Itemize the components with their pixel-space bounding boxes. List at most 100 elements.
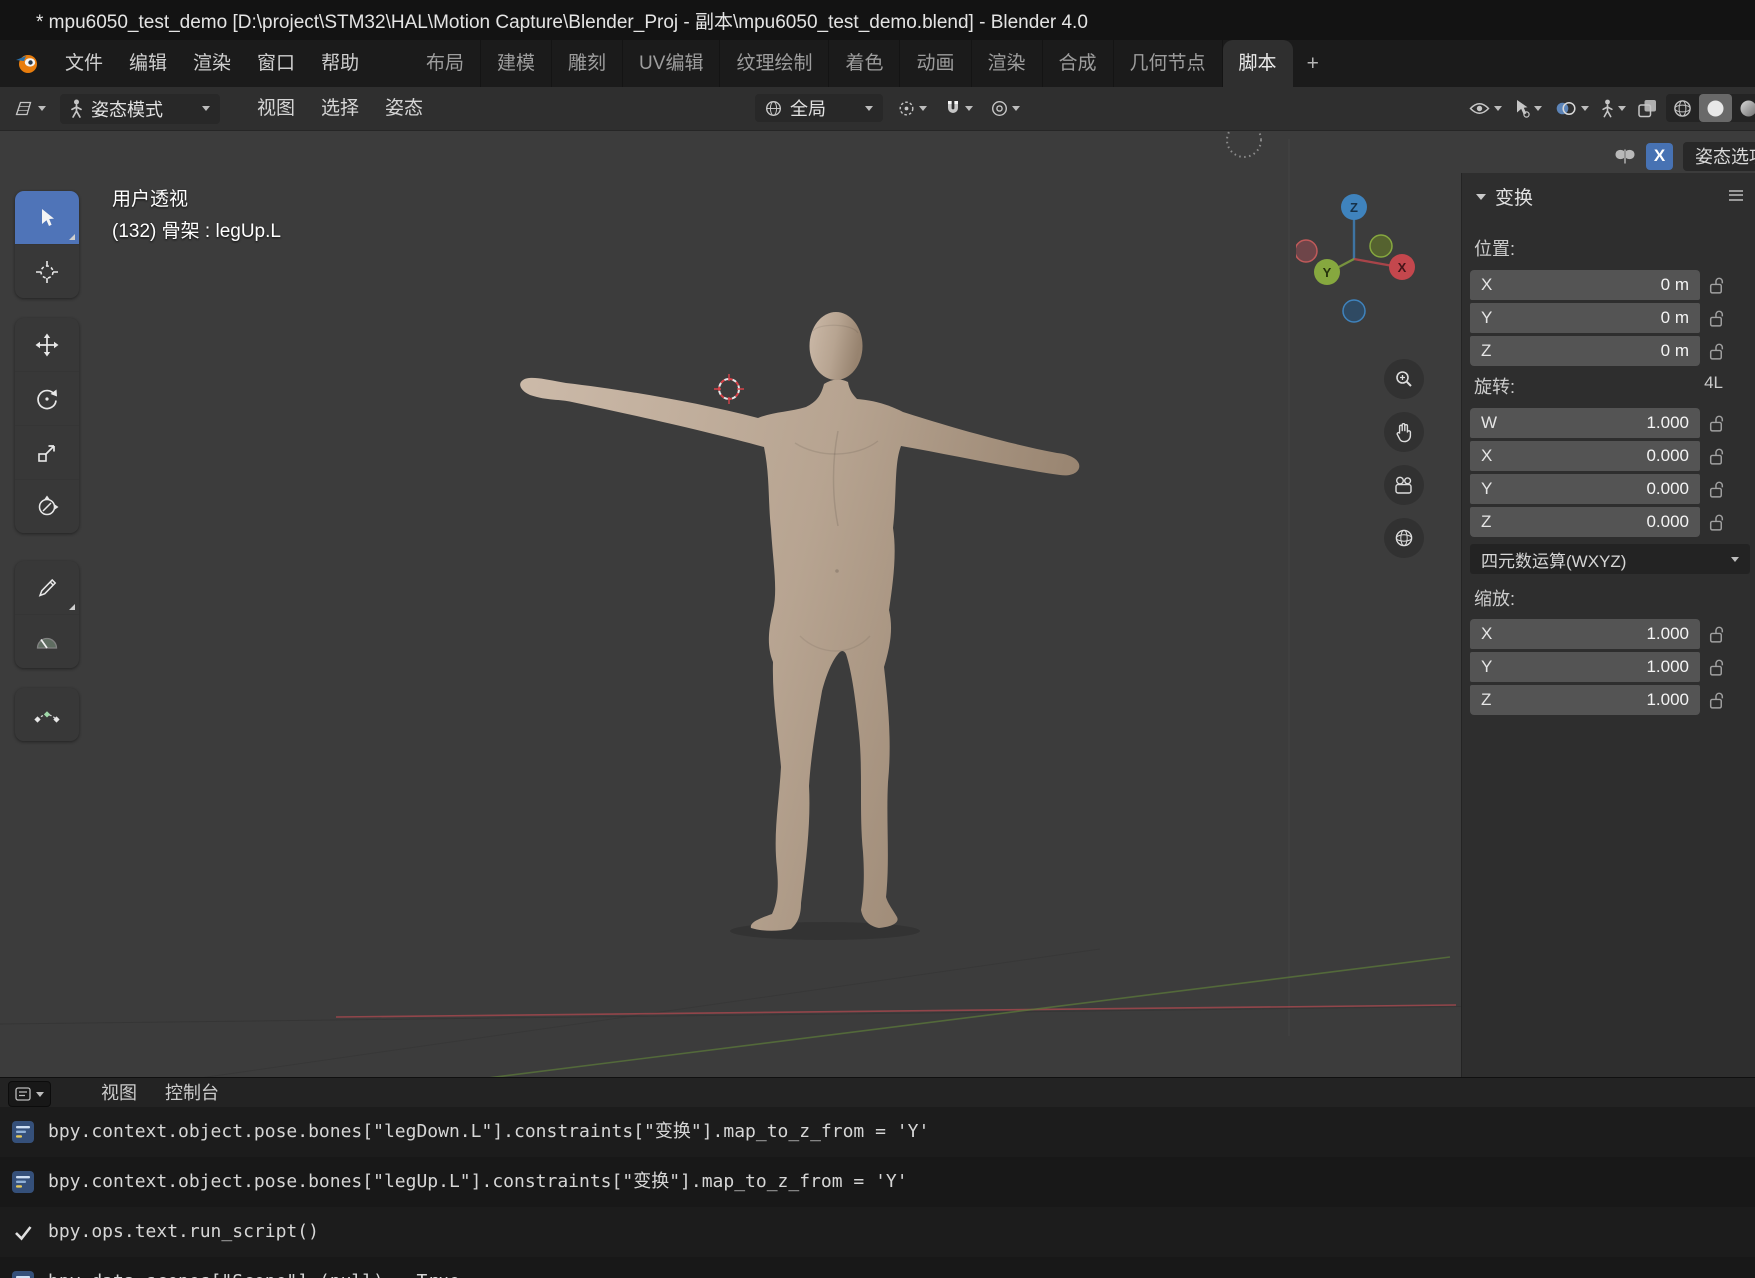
rotation-x-field[interactable]: X 0.000 (1470, 441, 1700, 471)
viewport-menu-view[interactable]: 视图 (244, 87, 308, 130)
rotation-mode-dropdown[interactable]: 四元数运算(WXYZ) (1470, 544, 1750, 574)
location-z-field[interactable]: Z 0 m (1470, 336, 1700, 366)
menu-window[interactable]: 窗口 (244, 40, 308, 87)
tab-texture-paint[interactable]: 纹理绘制 (720, 40, 830, 87)
info-menu-console[interactable]: 控制台 (152, 1078, 232, 1108)
location-y-field[interactable]: Y 0 m (1470, 303, 1700, 333)
tool-select-box[interactable] (15, 191, 79, 244)
tool-move[interactable] (15, 318, 79, 371)
menu-file[interactable]: 文件 (52, 40, 116, 87)
xray-toggle[interactable] (1635, 94, 1660, 122)
log-row[interactable]: bpy.context.object.pose.bones["legDown.L… (0, 1107, 1755, 1157)
mirror-x-toggle[interactable]: X (1646, 142, 1673, 170)
sidebar-panel: 变换 位置: X 0 m Y 0 m Z 0 m 旋转: 4L W 1.000 … (1461, 173, 1755, 1077)
shading-material-button[interactable] (1732, 94, 1755, 122)
navigation-gizmo[interactable]: Z X Y (1296, 187, 1416, 327)
tool-rotate[interactable] (15, 372, 79, 425)
tool-transform[interactable] (15, 480, 79, 533)
pan-button[interactable] (1384, 412, 1424, 452)
tool-cursor[interactable] (15, 245, 79, 298)
report-icon (12, 1271, 34, 1278)
tab-scripting[interactable]: 脚本 (1222, 40, 1293, 87)
overlays-dropdown[interactable] (1551, 94, 1592, 122)
info-editor-type-dropdown[interactable] (8, 1081, 51, 1107)
tool-pose-breakdowner[interactable] (15, 688, 79, 741)
panel-options-icon[interactable] (1729, 187, 1743, 203)
tool-measure[interactable] (15, 615, 79, 668)
3d-cursor[interactable] (714, 374, 744, 404)
scale-x-row: X 1.000 (1470, 619, 1752, 649)
eye-icon (1469, 102, 1490, 114)
active-bone-label: (132) 骨架 : legUp.L (112, 221, 281, 242)
blender-logo-icon[interactable] (14, 50, 40, 76)
tool-scale[interactable] (15, 426, 79, 479)
zoom-button[interactable] (1384, 359, 1424, 399)
tab-compositing[interactable]: 合成 (1043, 40, 1114, 87)
lock-icon[interactable] (1708, 342, 1725, 361)
tab-uv-editing[interactable]: UV编辑 (623, 40, 721, 87)
camera-view-button[interactable] (1384, 465, 1424, 505)
scale-tool-icon (38, 444, 55, 462)
menu-help[interactable]: 帮助 (308, 40, 372, 87)
rotation-y-field[interactable]: Y 0.000 (1470, 474, 1700, 504)
info-menu-view[interactable]: 视图 (88, 1078, 150, 1108)
tab-shading[interactable]: 着色 (829, 40, 901, 87)
tool-annotate[interactable] (15, 561, 79, 614)
transform-panel-header[interactable]: 变换 (1476, 183, 1533, 210)
light-object[interactable] (1226, 131, 1262, 158)
lock-icon[interactable] (1708, 691, 1725, 710)
editor-type-dropdown[interactable] (10, 96, 50, 121)
lock-icon[interactable] (1708, 513, 1725, 532)
orientation-label: 全局 (790, 99, 826, 119)
perspective-toggle-button[interactable] (1384, 518, 1424, 558)
pivot-point-dropdown[interactable] (895, 94, 930, 122)
lock-icon[interactable] (1708, 480, 1725, 499)
tab-modeling[interactable]: 建模 (481, 40, 553, 87)
lock-icon[interactable] (1708, 625, 1725, 644)
mode-selector-dropdown[interactable]: 姿态模式 (60, 93, 220, 124)
lock-icon[interactable] (1708, 414, 1725, 433)
lock-icon[interactable] (1708, 276, 1725, 295)
snap-toggle[interactable] (942, 94, 976, 122)
viewport-menu-pose[interactable]: 姿态 (372, 87, 436, 130)
human-mesh[interactable] (520, 312, 1080, 931)
viewport-menu-select[interactable]: 选择 (308, 87, 372, 130)
tab-sculpting[interactable]: 雕刻 (552, 40, 624, 87)
pose-options-dropdown[interactable]: 姿态选项 (1683, 141, 1755, 171)
gizmos-dropdown[interactable] (1511, 94, 1545, 122)
location-x-field[interactable]: X 0 m (1470, 270, 1700, 300)
proportional-editing-toggle[interactable] (988, 94, 1023, 122)
chevron-down-icon (38, 106, 46, 111)
gizmo-neg-z-ball[interactable] (1342, 299, 1366, 323)
rotation-z-field[interactable]: Z 0.000 (1470, 507, 1700, 537)
log-row[interactable]: bpy.data.scenes["Scene"].(null) = True (0, 1257, 1755, 1278)
lock-icon[interactable] (1708, 447, 1725, 466)
scale-x-field[interactable]: X 1.000 (1470, 619, 1700, 649)
rotation-w-field[interactable]: W 1.000 (1470, 408, 1700, 438)
tab-geometry-nodes[interactable]: 几何节点 (1114, 40, 1223, 87)
transform-orientation-dropdown[interactable]: 全局 (755, 94, 883, 122)
window-titlebar[interactable]: * mpu6050_test_demo [D:\project\STM32\HA… (0, 0, 1755, 40)
add-workspace-button[interactable]: + (1293, 40, 1333, 87)
tab-layout[interactable]: 布局 (410, 40, 482, 87)
menu-render[interactable]: 渲染 (180, 40, 244, 87)
object-visibility-dropdown[interactable] (1466, 94, 1505, 122)
shading-solid-button[interactable] (1699, 94, 1732, 122)
tab-rendering[interactable]: 渲染 (972, 40, 1043, 87)
scale-y-field[interactable]: Y 1.000 (1470, 652, 1700, 682)
gizmo-neg-y-ball[interactable] (1369, 234, 1393, 258)
menu-edit[interactable]: 编辑 (116, 40, 180, 87)
lock-icon[interactable] (1708, 658, 1725, 677)
3d-viewport[interactable]: 用户透视 (132) 骨架 : legUp.L Z X Y X 姿态选 变换 位… (0, 130, 1755, 1077)
pose-display-dropdown[interactable] (1598, 94, 1629, 122)
lock-icon[interactable] (1708, 309, 1725, 328)
gizmo-neg-x-ball[interactable] (1296, 239, 1318, 263)
hand-icon (1396, 422, 1411, 442)
log-row[interactable]: bpy.ops.text.run_script() (0, 1207, 1755, 1257)
tab-animation[interactable]: 动画 (900, 40, 972, 87)
shading-wireframe-button[interactable] (1666, 94, 1699, 122)
toolbar-group-transform (15, 318, 79, 533)
rotation-mode-badge[interactable]: 4L (1704, 373, 1723, 393)
log-row[interactable]: bpy.context.object.pose.bones["legUp.L"]… (0, 1157, 1755, 1207)
scale-z-field[interactable]: Z 1.000 (1470, 685, 1700, 715)
